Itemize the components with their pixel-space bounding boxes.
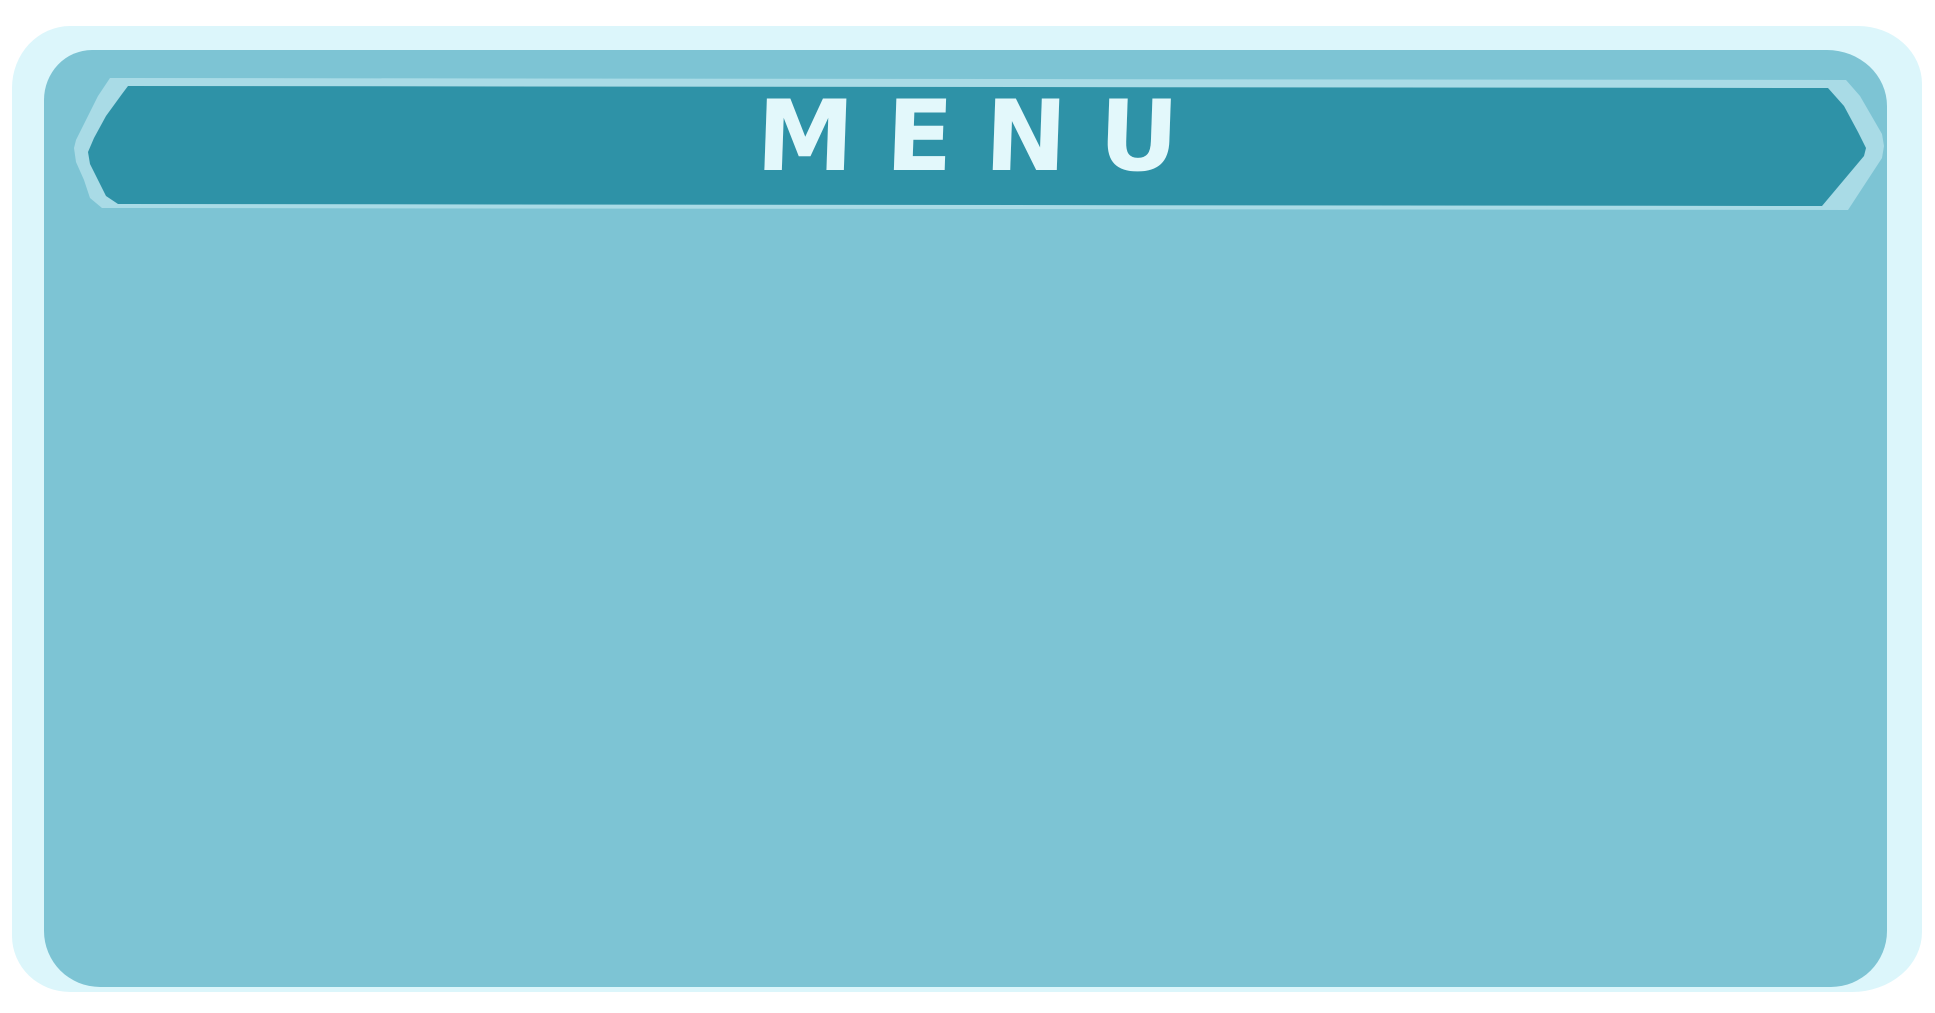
menu-title: MENU (754, 80, 1213, 194)
